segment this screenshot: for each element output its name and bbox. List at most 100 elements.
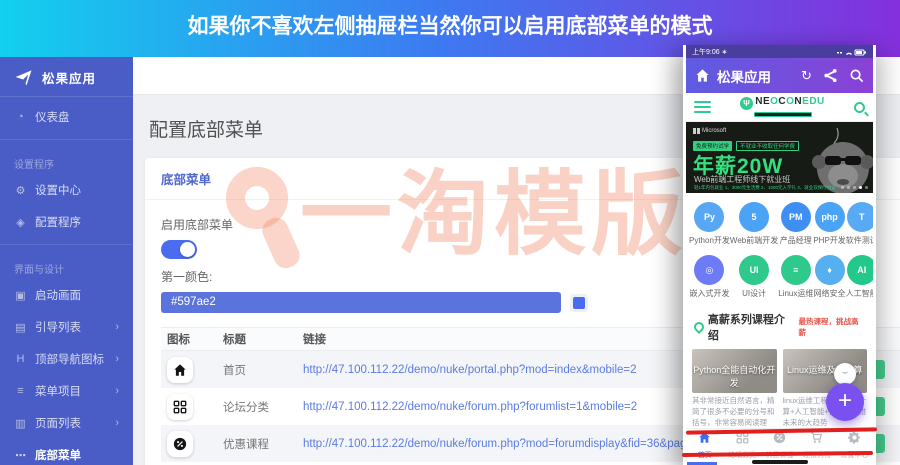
sidebar-item-pages[interactable]: ▥页面列表› (0, 407, 133, 439)
app-shortcut-icon: AI (847, 255, 873, 285)
sidebar-section-label: 界面与设计 (0, 251, 133, 279)
percent-icon (167, 431, 193, 457)
carousel-dots[interactable] (841, 186, 868, 189)
app-shortcut-icon: Py (694, 202, 724, 232)
app-shortcut[interactable]: PM 产品经理 (778, 202, 813, 246)
color-input[interactable]: #597ae2 (161, 292, 561, 313)
gear-icon (848, 431, 861, 449)
app-shortcut-label: 软件测试 (846, 235, 873, 246)
tab-gear[interactable]: 设置中心 (836, 429, 873, 461)
tab-percent[interactable]: 优惠课程 (761, 429, 798, 461)
phone-status-bar: 上午9:06 ∗ (686, 45, 873, 58)
app-shortcut-icon: ◎ (694, 255, 724, 285)
divider (0, 244, 133, 245)
section-subtitle: 最热课程，挑战高薪 (799, 316, 865, 338)
site-search-icon[interactable] (854, 102, 865, 113)
share-icon[interactable] (823, 68, 838, 83)
app-shortcut-label: Linux运维 (778, 288, 813, 299)
app-shortcut[interactable]: T 软件测试 (846, 202, 873, 246)
pin-icon (692, 320, 706, 334)
gear-icon: ⚙ (14, 184, 27, 197)
sidebar-nav: ◔仪表盘设置程序⚙设置中心◈配置程序界面与设计▣启动画面▤引导列表›H顶部导航图… (0, 101, 133, 465)
tab-cart[interactable]: 轻松购物 (798, 429, 835, 461)
refresh-icon[interactable]: ↻ (801, 68, 812, 84)
sidebar-item-splash[interactable]: ▣启动画面 (0, 279, 133, 311)
chevron-right-icon: › (115, 321, 119, 333)
color-swatch-box[interactable] (570, 294, 588, 312)
menu-icon: ≡ (14, 385, 27, 397)
enable-toggle[interactable] (161, 240, 197, 259)
sidebar-item-label: 页面列表 (35, 415, 81, 431)
phone-preview: 上午9:06 ∗ 松果应用 ↻ ΨNEOCONEDU (683, 45, 876, 465)
app-shortcut[interactable]: phpPHP开发 (813, 202, 845, 246)
phone-appbar: 松果应用 ↻ (686, 58, 873, 93)
app-shortcut-label: 产品经理 (780, 235, 812, 246)
toggle-knob (180, 242, 195, 257)
app-shortcut-icon: UI (739, 255, 769, 285)
app-shortcut-icon: ≡ (781, 255, 811, 285)
app-shortcut[interactable]: ≡ Linux运维 (778, 255, 813, 299)
sidebar-item-gear[interactable]: ⚙设置中心 (0, 174, 133, 206)
monkey-image (785, 124, 873, 193)
sidebar-item-dashboard[interactable]: ◔仪表盘 (0, 101, 133, 133)
app-shortcut[interactable]: PyPython开发 (689, 202, 730, 246)
bottom-menu-icon: ⋯ (14, 449, 27, 462)
banner-subline: Web前端工程师线下就业班 (694, 174, 790, 185)
tab-grid[interactable]: 论坛分类 (723, 429, 760, 461)
app-shortcut-label: 网络安全 (814, 288, 846, 299)
color-swatch (573, 297, 585, 309)
phone-app-title: 松果应用 (717, 66, 771, 86)
percent-icon (773, 431, 786, 449)
floating-action-button[interactable]: + (826, 383, 864, 421)
section-title: 高薪系列课程介绍 (708, 311, 795, 343)
home-indicator (752, 460, 808, 464)
app-shortcut-icon: PM (781, 202, 811, 232)
sidebar-item-guide[interactable]: ▤ 引导列表 › (0, 311, 133, 343)
screen: 如果你不喜欢左侧抽屉栏当然你可以启用底部菜单的模式 松果应用 ◔仪表盘设置程序⚙… (0, 0, 900, 465)
sidebar-item-menu[interactable]: ≡ 菜单项目 › (0, 375, 133, 407)
sidebar-item-label: 菜单项目 (35, 383, 81, 399)
chat-bubble-icon[interactable]: ⌣ (834, 363, 856, 385)
home-icon (167, 357, 193, 383)
app-shortcut-icon: T (847, 202, 873, 232)
grid-icon (167, 394, 193, 420)
home-icon[interactable] (695, 68, 710, 83)
app-shortcut[interactable]: UIUI设计 (730, 255, 778, 299)
app-shortcut-icon: ♦ (815, 255, 845, 285)
app-shortcut[interactable]: AI人工智能 (846, 255, 873, 299)
sidebar-item-label: 顶部导航图标 (35, 351, 104, 367)
sidebar-item-bottom-menu[interactable]: ⋯ 底部菜单 (0, 439, 133, 465)
divider (0, 139, 133, 140)
paper-plane-icon (14, 67, 34, 87)
phone-site-nav: ΨNEOCONEDU (686, 93, 873, 122)
app-shortcut-icon: php (815, 202, 845, 232)
sidebar-item-label: 启动画面 (35, 287, 81, 303)
hamburger-icon[interactable] (694, 101, 711, 113)
chevron-right-icon: › (115, 353, 119, 365)
sidebar-item-label: 底部菜单 (35, 447, 81, 463)
app-shortcut[interactable]: ◎嵌入式开发 (689, 255, 730, 299)
sidebar-item-label: 引导列表 (35, 319, 81, 335)
row-title: 优惠课程 (223, 436, 303, 452)
row-title: 论坛分类 (223, 399, 303, 415)
course-name: Python全能自动化开发 (692, 363, 777, 389)
sidebar-item-topnav[interactable]: H顶部导航图标› (0, 343, 133, 375)
app-logo[interactable]: 松果应用 (0, 57, 133, 96)
search-icon[interactable] (849, 68, 864, 83)
col-icon: 图标 (161, 331, 223, 347)
app-shortcut[interactable]: ♦ 网络安全 (813, 255, 845, 299)
chevron-right-icon: › (115, 417, 119, 429)
config-icon: ◈ (14, 216, 27, 229)
banner-fineprint: 轻1年内包就业 1、3000元生活费 2、1000元入学礼 3、就业双保险协议 (694, 185, 836, 191)
app-shortcut[interactable]: 5 Web前端开发 (730, 202, 778, 246)
phone-ad-banner[interactable]: Microsoft 免费预约试学 不就业不收取任何学费 年薪20W Web前端工… (686, 122, 873, 193)
guide-icon: ▤ (14, 321, 27, 334)
app-shortcut-icon: 5 (739, 202, 769, 232)
course-image: Python全能自动化开发 (692, 349, 777, 393)
divider (0, 96, 133, 97)
microsoft-logo: Microsoft (693, 128, 726, 134)
chevron-right-icon: › (115, 385, 119, 397)
sidebar-item-config[interactable]: ◈配置程序 (0, 206, 133, 238)
app-shortcut-label: Web前端开发 (730, 235, 778, 246)
dashboard-icon: ◔ (14, 111, 27, 123)
